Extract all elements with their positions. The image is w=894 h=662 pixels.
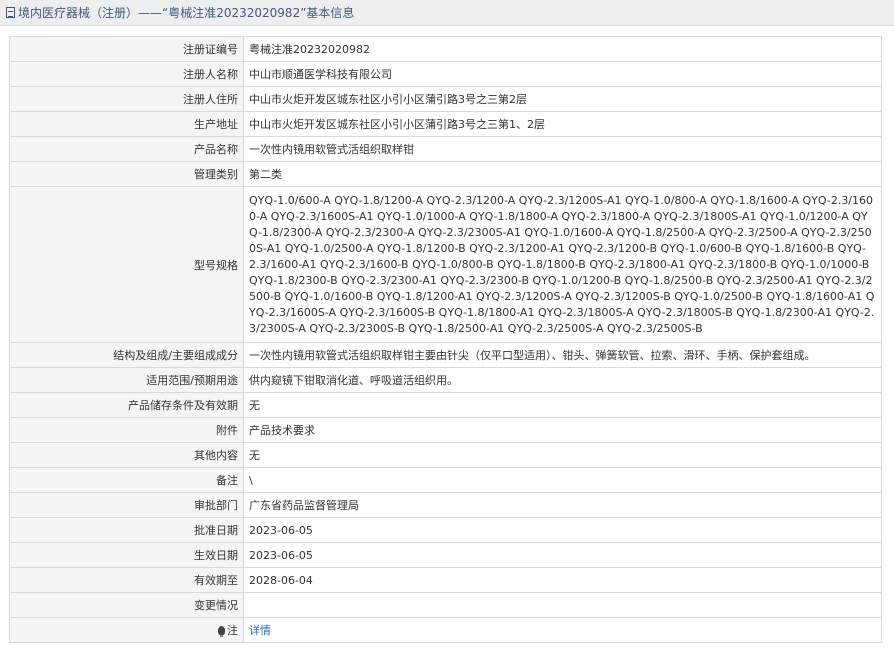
table-row: 产品储存条件及有效期 无 — [9, 392, 882, 418]
page-header: 境内医疗器械（注册）——“粤械注准20232020982”基本信息 — [0, 0, 894, 26]
info-table: 注册证编号 粤械注准20232020982 注册人名称 中山市顺通医学科技有限公… — [9, 36, 882, 643]
row-label: 其他内容 — [9, 442, 244, 468]
row-value — [243, 592, 882, 618]
row-label: 注册人住所 — [9, 86, 244, 112]
table-row: 备注 \ — [9, 467, 882, 493]
row-value: \ — [243, 467, 882, 493]
lightbulb-icon — [218, 626, 225, 637]
note-label: 注 — [227, 624, 238, 637]
row-value: 无 — [243, 392, 882, 418]
row-label: 注册人名称 — [9, 61, 244, 87]
row-value: 中山市顺通医学科技有限公司 — [243, 61, 882, 87]
row-label: 结构及组成/主要组成成分 — [9, 342, 244, 368]
row-value: 供内窥镜下钳取消化道、呼吸道活组织用。 — [243, 367, 882, 393]
table-row: 生效日期 2023-06-05 — [9, 542, 882, 568]
table-row: 注册证编号 粤械注准20232020982 — [9, 36, 882, 62]
row-value: 粤械注准20232020982 — [243, 36, 882, 62]
table-row: 注册人住所 中山市火炬开发区城东社区小引小区蒲引路3号之三第2层 — [9, 86, 882, 112]
table-row: 有效期至 2028-06-04 — [9, 567, 882, 593]
row-label: 审批部门 — [9, 492, 244, 518]
table-row: 其他内容 无 — [9, 442, 882, 468]
note-value-cell: 详情 — [243, 617, 882, 643]
document-icon — [6, 7, 15, 18]
row-label: 注册证编号 — [9, 36, 244, 62]
table-row: 变更情况 — [9, 592, 882, 618]
row-label: 产品储存条件及有效期 — [9, 392, 244, 418]
note-row: 注 详情 — [9, 617, 882, 643]
table-row: 附件 产品技术要求 — [9, 417, 882, 443]
page-title: 境内医疗器械（注册）——“粤械注准20232020982”基本信息 — [18, 6, 355, 20]
row-value: 一次性内镜用软管式活组织取样钳主要由针尖（仅平口型适用）、钳头、弹簧软管、拉索、… — [243, 342, 882, 368]
row-value: 第二类 — [243, 161, 882, 187]
table-row: 审批部门 广东省药品监督管理局 — [9, 492, 882, 518]
row-label: 型号规格 — [9, 186, 244, 343]
table-row: 批准日期 2023-06-05 — [9, 517, 882, 543]
note-label-cell: 注 — [9, 617, 244, 643]
table-row: 产品名称 一次性内镜用软管式活组织取样钳 — [9, 136, 882, 162]
details-link[interactable]: 详情 — [249, 624, 271, 637]
row-value: 无 — [243, 442, 882, 468]
row-label: 生效日期 — [9, 542, 244, 568]
row-value: 一次性内镜用软管式活组织取样钳 — [243, 136, 882, 162]
row-label: 有效期至 — [9, 567, 244, 593]
row-label: 产品名称 — [9, 136, 244, 162]
table-row: 生产地址 中山市火炬开发区城东社区小引小区蒲引路3号之三第1、2层 — [9, 111, 882, 137]
row-value: 中山市火炬开发区城东社区小引小区蒲引路3号之三第1、2层 — [243, 111, 882, 137]
row-label: 变更情况 — [9, 592, 244, 618]
row-value: 2028-06-04 — [243, 567, 882, 593]
row-value: 产品技术要求 — [243, 417, 882, 443]
row-value: 中山市火炬开发区城东社区小引小区蒲引路3号之三第2层 — [243, 86, 882, 112]
table-row: 注册人名称 中山市顺通医学科技有限公司 — [9, 61, 882, 87]
row-value: 2023-06-05 — [243, 542, 882, 568]
row-value: QYQ-1.0/600-A QYQ-1.8/1200-A QYQ-2.3/120… — [243, 186, 882, 343]
table-row: 型号规格 QYQ-1.0/600-A QYQ-1.8/1200-A QYQ-2.… — [9, 186, 882, 343]
row-label: 备注 — [9, 467, 244, 493]
table-row: 结构及组成/主要组成成分 一次性内镜用软管式活组织取样钳主要由针尖（仅平口型适用… — [9, 342, 882, 368]
row-value: 2023-06-05 — [243, 517, 882, 543]
row-value: 广东省药品监督管理局 — [243, 492, 882, 518]
row-label: 适用范围/预期用途 — [9, 367, 244, 393]
row-label: 附件 — [9, 417, 244, 443]
row-label: 管理类别 — [9, 161, 244, 187]
row-label: 生产地址 — [9, 111, 244, 137]
table-row: 适用范围/预期用途 供内窥镜下钳取消化道、呼吸道活组织用。 — [9, 367, 882, 393]
row-label: 批准日期 — [9, 517, 244, 543]
table-row: 管理类别 第二类 — [9, 161, 882, 187]
